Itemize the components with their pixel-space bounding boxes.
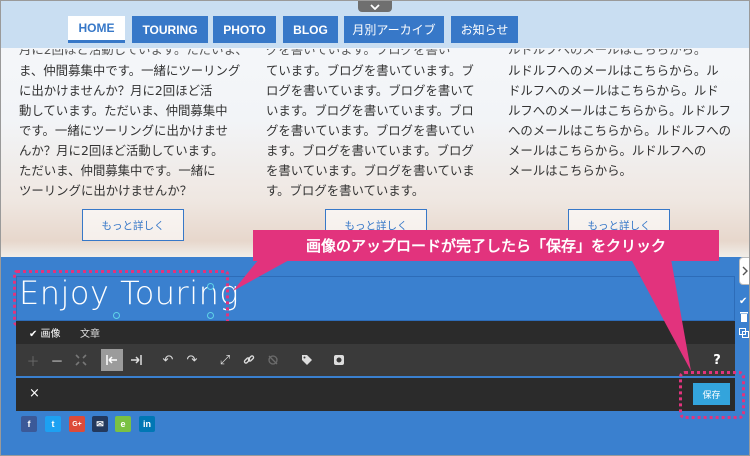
fit-icon[interactable] <box>70 349 92 371</box>
editor-toolbar: ＋ － ↶ ↷ ⤢ ? <box>16 344 735 376</box>
tab-image[interactable]: ✔ 画像 <box>29 325 61 340</box>
zoom-in-icon[interactable]: ＋ <box>22 349 44 371</box>
close-icon[interactable]: × <box>29 386 40 401</box>
trash-icon[interactable] <box>739 311 749 325</box>
text-line: ログを書いています。ブログを書いて <box>266 83 475 98</box>
nav-tab-home[interactable]: HOME <box>68 16 125 43</box>
align-left-icon[interactable] <box>101 349 123 371</box>
text-line: です。一緒にツーリングに出かけませ <box>19 123 229 138</box>
tag-icon[interactable] <box>296 349 318 371</box>
column-touring-text: 月に2回ほど活動しています。ただいま、 ま、仲間募集中です。一緒にツーリング に… <box>19 49 248 201</box>
text-line: ています。ブログを書いています。ブ <box>266 63 474 78</box>
text-line: ます。ブログを書いています。ブログ <box>266 143 474 158</box>
help-button[interactable]: ? <box>706 349 728 371</box>
nav-tab-news[interactable]: お知らせ <box>451 16 518 43</box>
expand-icon[interactable]: ⤢ <box>214 349 236 371</box>
column-blog-text: グを書いています。ブログを書い ています。ブログを書いています。ブ ログを書いて… <box>266 49 475 201</box>
evernote-icon[interactable]: e <box>115 416 131 432</box>
nav-tab-blog[interactable]: BLOG <box>283 16 338 43</box>
text-line: ルドルフへのメールはこちらから。 <box>508 49 707 57</box>
text-line: へのメールはこちらから。ルドルフへの <box>508 123 732 138</box>
editor-bottom-bar: × <box>16 378 735 411</box>
redo-icon[interactable]: ↷ <box>181 349 203 371</box>
text-line: ドルフへのメールはこちらから。ルド <box>508 83 719 98</box>
chevron-down-icon <box>370 3 380 10</box>
side-tools: ✔ <box>739 291 749 341</box>
text-line: メールはこちらから。 <box>508 163 632 178</box>
nav-toggle-button[interactable] <box>358 1 392 12</box>
text-line: に出かけませんか？月に2回ほど活 <box>19 83 213 98</box>
text-line: グを書いています。ブログを書い <box>266 49 451 57</box>
google-plus-icon[interactable]: G+ <box>69 416 85 432</box>
twitter-icon[interactable]: t <box>45 416 61 432</box>
link-icon[interactable] <box>238 349 260 371</box>
text-line: を書いています。ブログを書いていま <box>266 163 475 178</box>
editor-tab-bar: ✔ 画像 文章 <box>16 321 735 344</box>
nav-tab-archive[interactable]: 月別アーカイブ <box>344 16 444 43</box>
text-line: ま、仲間募集中です。一緒にツーリング <box>19 63 241 78</box>
instruction-callout: 画像のアップロードが完了したら「保存」をクリック <box>253 230 719 261</box>
text-line: ただいま、仲間募集中です。一緒に <box>19 163 216 178</box>
side-panel-handle[interactable] <box>739 257 749 285</box>
text-line: 動しています。ただいま、仲間募集中 <box>19 103 228 118</box>
text-line: ツーリングに出かけませんか？ <box>19 183 193 198</box>
check-icon[interactable]: ✔ <box>739 296 749 307</box>
text-line: グを書いています。ブログを書いてい <box>266 123 475 138</box>
top-nav: HOME TOURING PHOTO BLOG 月別アーカイブ お知らせ <box>1 1 749 48</box>
mail-icon[interactable]: ✉ <box>92 416 108 432</box>
text-line: メールはこちらから。ルドルフへの <box>508 143 707 158</box>
nav-tab-touring[interactable]: TOURING <box>132 16 208 43</box>
text-line: ルドルフへのメールはこちらから。ル <box>508 63 719 78</box>
text-line: 月に2回ほど活動しています。ただいま、 <box>19 49 248 57</box>
zoom-out-icon[interactable]: － <box>46 349 68 371</box>
text-line: す。ブログを書いています。 <box>266 183 425 198</box>
linkedin-icon[interactable]: in <box>139 416 155 432</box>
text-line: ルフへのメールはこちらから。ルドルフ <box>508 103 732 118</box>
pinterest-icon[interactable] <box>328 349 350 371</box>
more-button-touring[interactable]: もっと詳しく <box>82 209 184 241</box>
nav-tab-photo[interactable]: PHOTO <box>213 16 276 43</box>
highlight-title-frame <box>13 270 229 326</box>
text-line: んか？月に2回ほど活動しています。 <box>19 143 224 158</box>
chevron-right-icon <box>742 266 748 276</box>
copy-icon[interactable] <box>739 328 749 341</box>
unlink-icon[interactable] <box>262 349 284 371</box>
highlight-save-frame <box>679 371 745 419</box>
align-right-icon[interactable] <box>125 349 147 371</box>
text-line: います。ブログを書いています。ブロ <box>266 103 474 118</box>
page-frame: HOME TOURING PHOTO BLOG 月別アーカイブ お知らせ 月に2… <box>0 0 750 456</box>
column-contact-text: ルドルフへのメールはこちらから。 ルドルフへのメールはこちらから。ル ドルフへの… <box>508 49 731 181</box>
facebook-icon[interactable]: f <box>21 416 37 432</box>
undo-icon[interactable]: ↶ <box>157 349 179 371</box>
tab-text[interactable]: 文章 <box>80 325 100 340</box>
